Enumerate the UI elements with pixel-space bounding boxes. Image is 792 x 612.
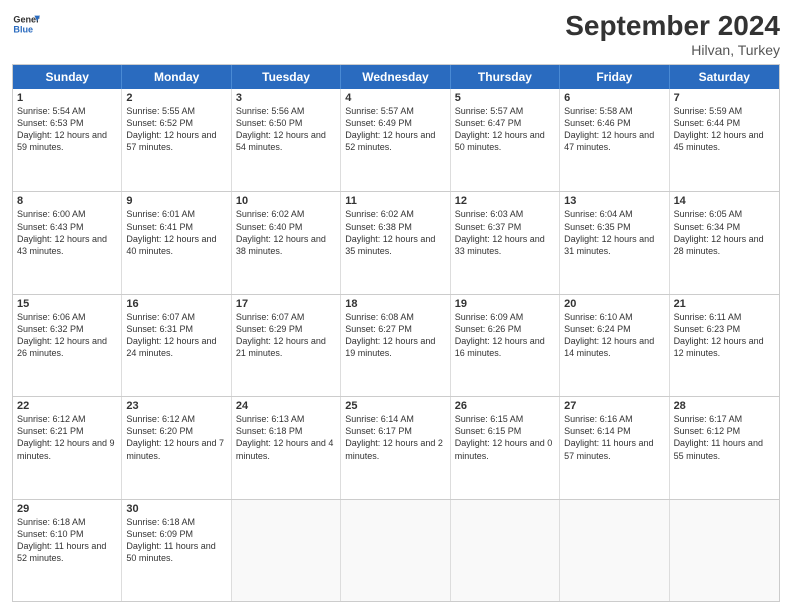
day-11: 11 Sunrise: 6:02 AMSunset: 6:38 PMDaylig…	[341, 192, 450, 293]
day-29: 29 Sunrise: 6:18 AMSunset: 6:10 PMDaylig…	[13, 500, 122, 601]
header-monday: Monday	[122, 65, 231, 89]
week-row-5: 29 Sunrise: 6:18 AMSunset: 6:10 PMDaylig…	[13, 499, 779, 601]
empty-cell-3	[451, 500, 560, 601]
empty-cell-4	[560, 500, 669, 601]
title-block: September 2024 Hilvan, Turkey	[565, 10, 780, 58]
day-18: 18 Sunrise: 6:08 AMSunset: 6:27 PMDaylig…	[341, 295, 450, 396]
day-5: 5 Sunrise: 5:57 AMSunset: 6:47 PMDayligh…	[451, 89, 560, 191]
day-22: 22 Sunrise: 6:12 AMSunset: 6:21 PMDaylig…	[13, 397, 122, 498]
header-sunday: Sunday	[13, 65, 122, 89]
day-28: 28 Sunrise: 6:17 AMSunset: 6:12 PMDaylig…	[670, 397, 779, 498]
day-25: 25 Sunrise: 6:14 AMSunset: 6:17 PMDaylig…	[341, 397, 450, 498]
day-23: 23 Sunrise: 6:12 AMSunset: 6:20 PMDaylig…	[122, 397, 231, 498]
calendar-body: 1 Sunrise: 5:54 AMSunset: 6:53 PMDayligh…	[13, 89, 779, 601]
day-4: 4 Sunrise: 5:57 AMSunset: 6:49 PMDayligh…	[341, 89, 450, 191]
month-title: September 2024	[565, 10, 780, 42]
day-26: 26 Sunrise: 6:15 AMSunset: 6:15 PMDaylig…	[451, 397, 560, 498]
day-21: 21 Sunrise: 6:11 AMSunset: 6:23 PMDaylig…	[670, 295, 779, 396]
header-tuesday: Tuesday	[232, 65, 341, 89]
day-14: 14 Sunrise: 6:05 AMSunset: 6:34 PMDaylig…	[670, 192, 779, 293]
day-2: 2 Sunrise: 5:55 AMSunset: 6:52 PMDayligh…	[122, 89, 231, 191]
header: General Blue September 2024 Hilvan, Turk…	[12, 10, 780, 58]
week-row-3: 15 Sunrise: 6:06 AMSunset: 6:32 PMDaylig…	[13, 294, 779, 396]
svg-text:Blue: Blue	[13, 24, 33, 34]
week-row-1: 1 Sunrise: 5:54 AMSunset: 6:53 PMDayligh…	[13, 89, 779, 191]
logo: General Blue	[12, 10, 44, 38]
day-3: 3 Sunrise: 5:56 AMSunset: 6:50 PMDayligh…	[232, 89, 341, 191]
calendar-header: Sunday Monday Tuesday Wednesday Thursday…	[13, 65, 779, 89]
day-7: 7 Sunrise: 5:59 AMSunset: 6:44 PMDayligh…	[670, 89, 779, 191]
header-thursday: Thursday	[451, 65, 560, 89]
day-12: 12 Sunrise: 6:03 AMSunset: 6:37 PMDaylig…	[451, 192, 560, 293]
day-19: 19 Sunrise: 6:09 AMSunset: 6:26 PMDaylig…	[451, 295, 560, 396]
day-27: 27 Sunrise: 6:16 AMSunset: 6:14 PMDaylig…	[560, 397, 669, 498]
header-saturday: Saturday	[670, 65, 779, 89]
logo-icon: General Blue	[12, 10, 40, 38]
empty-cell-2	[341, 500, 450, 601]
empty-cell-5	[670, 500, 779, 601]
page: General Blue September 2024 Hilvan, Turk…	[0, 0, 792, 612]
day-8: 8 Sunrise: 6:00 AMSunset: 6:43 PMDayligh…	[13, 192, 122, 293]
day-24: 24 Sunrise: 6:13 AMSunset: 6:18 PMDaylig…	[232, 397, 341, 498]
day-6: 6 Sunrise: 5:58 AMSunset: 6:46 PMDayligh…	[560, 89, 669, 191]
header-friday: Friday	[560, 65, 669, 89]
empty-cell-1	[232, 500, 341, 601]
week-row-4: 22 Sunrise: 6:12 AMSunset: 6:21 PMDaylig…	[13, 396, 779, 498]
day-10: 10 Sunrise: 6:02 AMSunset: 6:40 PMDaylig…	[232, 192, 341, 293]
day-30: 30 Sunrise: 6:18 AMSunset: 6:09 PMDaylig…	[122, 500, 231, 601]
location: Hilvan, Turkey	[565, 42, 780, 58]
day-15: 15 Sunrise: 6:06 AMSunset: 6:32 PMDaylig…	[13, 295, 122, 396]
day-13: 13 Sunrise: 6:04 AMSunset: 6:35 PMDaylig…	[560, 192, 669, 293]
day-1: 1 Sunrise: 5:54 AMSunset: 6:53 PMDayligh…	[13, 89, 122, 191]
day-17: 17 Sunrise: 6:07 AMSunset: 6:29 PMDaylig…	[232, 295, 341, 396]
calendar: Sunday Monday Tuesday Wednesday Thursday…	[12, 64, 780, 602]
day-16: 16 Sunrise: 6:07 AMSunset: 6:31 PMDaylig…	[122, 295, 231, 396]
week-row-2: 8 Sunrise: 6:00 AMSunset: 6:43 PMDayligh…	[13, 191, 779, 293]
day-9: 9 Sunrise: 6:01 AMSunset: 6:41 PMDayligh…	[122, 192, 231, 293]
header-wednesday: Wednesday	[341, 65, 450, 89]
day-20: 20 Sunrise: 6:10 AMSunset: 6:24 PMDaylig…	[560, 295, 669, 396]
